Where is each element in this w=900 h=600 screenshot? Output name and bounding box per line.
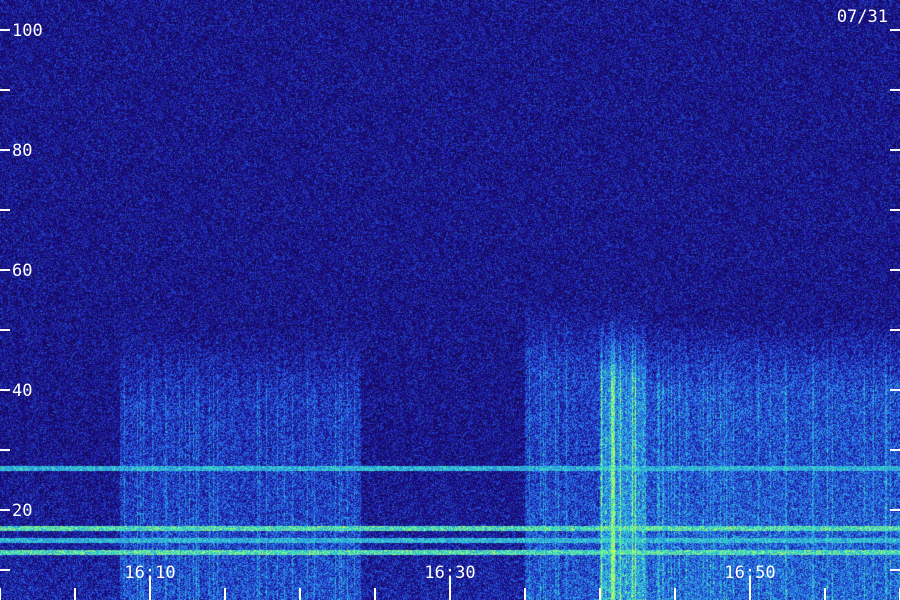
axes-overlay: 100 80 60 40 20 16:10 16:30 16:50 07/31	[0, 7, 900, 600]
date-label: 07/31	[837, 7, 888, 27]
y-tick-label: 20	[12, 501, 32, 521]
y-axis: 100 80 60 40 20	[0, 21, 900, 571]
x-tick-label: 16:10	[124, 563, 175, 583]
x-tick-label: 16:30	[424, 563, 475, 583]
x-tick-label: 16:50	[724, 563, 775, 583]
y-tick-label: 40	[12, 381, 32, 401]
spectrogram-chart: 100 80 60 40 20 16:10 16:30 16:50 07/31	[0, 0, 900, 600]
x-axis: 16:10 16:30 16:50	[0, 563, 900, 600]
y-tick-label: 80	[12, 141, 32, 161]
y-tick-label: 100	[12, 21, 43, 41]
y-tick-label: 60	[12, 261, 32, 281]
